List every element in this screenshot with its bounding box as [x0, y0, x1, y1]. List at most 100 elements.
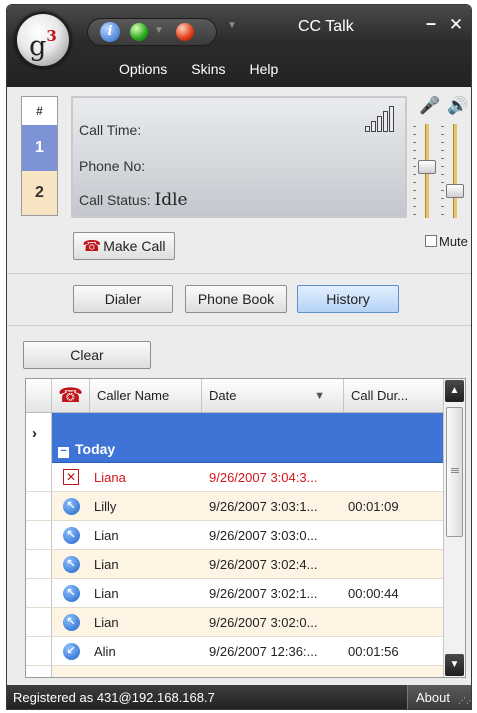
line-tab-2[interactable]: 2 — [22, 171, 57, 215]
grid-header: ☎ Caller Name Date ▼ Call Dur... — [26, 379, 444, 413]
date-cell: 9/26/2007 3:03:0... — [209, 528, 318, 543]
scroll-down-button[interactable]: ▼ — [445, 654, 464, 676]
date-cell: 9/26/2007 3:03:1... — [209, 499, 318, 514]
resize-grip-icon[interactable]: ⋰⋰ — [458, 697, 471, 708]
title-bar[interactable]: g3 i ▼ ▼ CC Talk – ✕ Options Skins Help — [7, 5, 471, 87]
group-label: − Today — [58, 441, 115, 458]
phone-icon: ☎ — [82, 238, 102, 255]
g3-logo[interactable]: g3 — [15, 12, 71, 68]
menu-options[interactable]: Options — [107, 57, 179, 81]
call-status-value: Idle — [154, 190, 188, 210]
caller-name-cell: Lilly — [94, 499, 117, 514]
duration-cell — [344, 463, 444, 491]
row-selector — [26, 463, 52, 491]
table-row[interactable]: ↖ Lian 9/26/2007 3:02:4... — [26, 550, 444, 579]
close-button[interactable]: ✕ — [445, 15, 467, 37]
vertical-scrollbar[interactable]: ▲ ▼ — [443, 379, 465, 677]
caller-name-cell: Lian — [94, 586, 119, 601]
tab-dialer[interactable]: Dialer — [73, 285, 173, 313]
registration-status: Registered as 431@192.168.168.7 — [13, 690, 215, 705]
about-label: About — [416, 690, 450, 705]
current-row-icon: › — [32, 425, 37, 442]
make-call-button[interactable]: ☎ Make Call — [73, 232, 175, 260]
caller-name-cell: Alin — [94, 644, 116, 659]
table-row[interactable]: ↖ Lian 9/26/2007 3:02:0... — [26, 608, 444, 637]
volume-controls: 🎤 🔊 — [407, 96, 471, 226]
grip-icon — [451, 468, 459, 474]
group-title: Today — [75, 441, 116, 457]
mute-box[interactable] — [425, 235, 437, 247]
row-selector — [26, 579, 52, 607]
table-row[interactable]: ✕ Liana 9/26/2007 3:04:3... — [26, 463, 444, 492]
green-status-icon[interactable] — [130, 23, 148, 41]
quick-access-bar: i ▼ — [87, 18, 217, 46]
table-row[interactable]: ↖ Lian 9/26/2007 3:03:0... — [26, 521, 444, 550]
line-tab-1[interactable]: 1 — [22, 125, 57, 171]
date-cell: 9/26/2007 3:04:3... — [209, 470, 318, 485]
menu-help[interactable]: Help — [237, 57, 290, 81]
menu-bar: Options Skins Help — [107, 57, 290, 81]
header-call-duration[interactable]: Call Dur... — [344, 379, 444, 413]
row-selector — [26, 413, 52, 463]
tab-history[interactable]: History — [297, 285, 399, 313]
clear-button[interactable]: Clear — [23, 341, 151, 369]
logo-sup: 3 — [46, 27, 57, 45]
menu-skins[interactable]: Skins — [179, 57, 237, 81]
header-date[interactable]: Date ▼ — [202, 379, 344, 413]
scroll-thumb[interactable] — [446, 407, 463, 537]
phone-no-row: Phone No: — [79, 156, 145, 176]
make-call-label: Make Call — [103, 238, 166, 254]
call-type-cell: ↖ — [52, 579, 90, 607]
date-cell: 9/26/2007 3:02:4... — [209, 557, 318, 572]
duration-cell — [344, 608, 444, 636]
caller-name-cell: Lian — [94, 528, 119, 543]
table-row[interactable]: ↙ Alin 9/26/2007 12:36:... 00:01:56 — [26, 637, 444, 666]
duration-cell — [344, 550, 444, 578]
mute-checkbox[interactable]: Mute — [425, 234, 468, 249]
phone-no-label: Phone No: — [79, 158, 146, 174]
call-panel: # 1 2 Call Time: Phone No: Call Status: … — [21, 96, 415, 224]
row-selector — [26, 637, 52, 665]
scroll-up-button[interactable]: ▲ — [445, 380, 464, 402]
call-type-cell: ↖ — [52, 492, 90, 520]
missed-call-icon: ✕ — [63, 469, 79, 485]
divider — [7, 273, 471, 274]
logo-text: g — [29, 31, 47, 62]
speaker-icon: 🔊 — [447, 96, 469, 115]
speaker-volume-slider[interactable] — [446, 184, 464, 198]
customize-menu-icon[interactable]: ▼ — [227, 20, 237, 31]
call-history-grid: ☎ Caller Name Date ▼ Call Dur... › − Today… — [25, 378, 466, 678]
table-row[interactable]: ↖ Lian 9/26/2007 3:02:1... 00:00:44 — [26, 579, 444, 608]
info-icon[interactable]: i — [100, 22, 120, 42]
history-rows: ✕ Liana 9/26/2007 3:04:3... ↖ Lilly 9/26/2007… — [26, 463, 444, 677]
call-status-label: Call Status: — [79, 192, 151, 208]
header-caller-name[interactable]: Caller Name — [90, 379, 202, 413]
divider — [7, 325, 471, 326]
phone-icon[interactable]: ☎ — [52, 379, 90, 413]
speaker-ticks — [441, 126, 444, 216]
row-selector — [26, 492, 52, 520]
group-row-today[interactable]: › − Today — [26, 413, 444, 463]
row-selector — [26, 550, 52, 578]
incoming-call-icon: ↙ — [62, 642, 80, 660]
speaker-slider-track[interactable] — [453, 124, 457, 218]
mic-volume-slider[interactable] — [418, 160, 436, 174]
duration-cell: 00:01:09 — [348, 499, 399, 514]
caller-name-cell: Lian — [94, 615, 119, 630]
row-selector — [26, 521, 52, 549]
table-row[interactable] — [26, 666, 444, 677]
tab-phone-book[interactable]: Phone Book — [185, 285, 287, 313]
outgoing-call-icon: ↖ — [62, 526, 80, 544]
outgoing-call-icon: ↖ — [62, 497, 80, 515]
collapse-icon[interactable]: − — [58, 446, 69, 458]
minimize-button[interactable]: – — [420, 13, 442, 37]
cc-talk-window: g3 i ▼ ▼ CC Talk – ✕ Options Skins Help … — [6, 4, 472, 710]
red-status-icon[interactable] — [176, 23, 194, 41]
outgoing-call-icon: ↖ — [62, 613, 80, 631]
table-row[interactable]: ↖ Lilly 9/26/2007 3:03:1... 00:01:09 — [26, 492, 444, 521]
mute-label: Mute — [439, 234, 468, 249]
call-type-cell: ↖ — [52, 550, 90, 578]
chevron-down-icon[interactable]: ▼ — [154, 25, 164, 36]
date-cell: 9/26/2007 12:36:... — [209, 644, 318, 659]
line-selector: # 1 2 — [21, 96, 58, 216]
